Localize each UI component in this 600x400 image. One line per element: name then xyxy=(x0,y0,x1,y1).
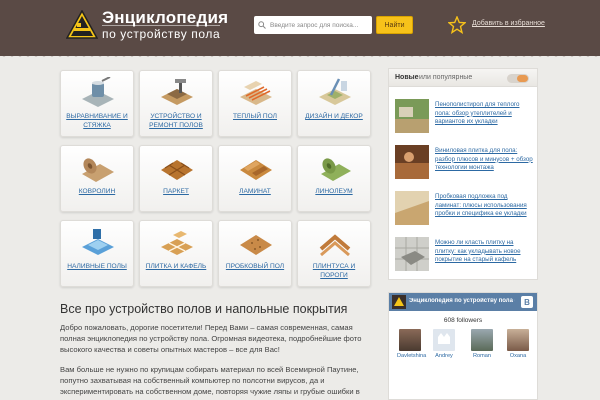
category-tile-skirting[interactable]: ПЛИНТУСА И ПОРОГИ xyxy=(297,220,371,287)
vk-group-widget: Энциклопедия по устройству пола - Ро... … xyxy=(388,292,538,400)
cork-floor-icon xyxy=(240,235,272,255)
news-item[interactable]: Можно ли класть плитку на плитку: как ук… xyxy=(395,237,535,277)
vk-member[interactable]: Oxana xyxy=(505,329,531,359)
avatar[interactable] xyxy=(471,329,493,351)
news-thumbnail xyxy=(395,237,429,271)
vk-member[interactable]: Davletshina xyxy=(397,329,426,359)
skirting-board-icon xyxy=(319,234,351,257)
news-item[interactable]: Пенополистирол для теплого пола: обзор у… xyxy=(395,99,535,139)
vk-join-button[interactable]: B xyxy=(521,296,533,308)
vk-followers-count: 608 followers xyxy=(443,317,483,324)
linoleum-roll-icon xyxy=(321,158,351,181)
member-name[interactable]: Davletshina xyxy=(397,353,426,359)
intro-paragraph: Добро пожаловать, дорогие посетители! Пе… xyxy=(60,323,362,354)
page-title: Все про устройство полов и напольные пок… xyxy=(60,302,348,316)
floor-installation-icon xyxy=(161,79,193,105)
category-tile-cork[interactable]: ПРОБКОВЫЙ ПОЛ xyxy=(218,220,292,287)
member-name[interactable]: Roman xyxy=(469,353,495,359)
category-tile-warm-floor[interactable]: ТЕПЛЫЙ ПОЛ xyxy=(218,70,292,137)
news-item[interactable]: Виниловая плитка для пола: разбор плюсов… xyxy=(395,145,535,185)
header-scallop-edge xyxy=(0,52,600,60)
news-thumbnail xyxy=(395,99,429,133)
news-panel-header: Новые или популярные xyxy=(389,69,537,87)
tile-label: ПРОБКОВЫЙ ПОЛ xyxy=(225,263,285,270)
warm-floor-icon xyxy=(240,81,272,105)
laminate-icon xyxy=(240,160,272,180)
design-decor-icon xyxy=(319,78,351,105)
news-title[interactable]: Виниловая плитка для пола: разбор плюсов… xyxy=(435,147,535,173)
category-tile-carpet[interactable]: КОВРОЛИН xyxy=(60,145,134,212)
tile-label: КОВРОЛИН xyxy=(78,188,116,195)
news-title[interactable]: Пробковая подложка под ламинат: плюсы ис… xyxy=(435,193,535,219)
carpet-roll-icon xyxy=(82,158,114,182)
star-icon[interactable] xyxy=(448,16,466,34)
category-tile-installation[interactable]: УСТРОЙСТВО И РЕМОНТ ПОЛОВ xyxy=(139,70,213,137)
avatar[interactable] xyxy=(399,329,421,351)
news-title[interactable]: Можно ли класть плитку на плитку: как ук… xyxy=(435,239,535,265)
tab-new[interactable]: Новые xyxy=(395,74,419,81)
tile-label: ЛАМИНАТ xyxy=(239,188,271,195)
category-tile-laminate[interactable]: ЛАМИНАТ xyxy=(218,145,292,212)
logo-subtitle[interactable]: по устройству пола xyxy=(102,25,221,41)
new-popular-toggle[interactable] xyxy=(507,74,529,83)
leveling-bucket-icon xyxy=(82,77,114,107)
search-input[interactable] xyxy=(270,21,368,29)
tile-label: ДИЗАЙН И ДЕКОР xyxy=(305,113,363,120)
tile-label: ВЫРАВНИВАНИЕ И СТЯЖКА xyxy=(66,113,128,129)
warning-sign-logo-icon[interactable] xyxy=(66,10,98,40)
group-logo-icon[interactable] xyxy=(392,295,406,309)
site-header: Энциклопедия по устройству пола Найти До… xyxy=(0,0,600,56)
member-name[interactable]: Oxana xyxy=(505,353,531,359)
tile-label: ПЛИНТУСА И ПОРОГИ xyxy=(312,263,356,279)
vk-member[interactable]: Andrey xyxy=(431,329,457,359)
intro-paragraph-2: Вам больше не нужно по крупицам собирать… xyxy=(60,365,360,396)
tile-label: ЛИНОЛЕУМ xyxy=(315,188,353,195)
category-tile-design[interactable]: ДИЗАЙН И ДЕКОР xyxy=(297,70,371,137)
tab-popular[interactable]: или популярные xyxy=(419,74,472,81)
vk-group-name[interactable]: Энциклопедия по устройству пола - Ро... xyxy=(409,298,515,304)
default-avatar-icon xyxy=(438,333,450,344)
tile-label: ПАРКЕТ xyxy=(163,188,189,195)
news-thumbnail xyxy=(395,191,429,225)
category-tile-self-leveling[interactable]: НАЛИВНЫЕ ПОЛЫ xyxy=(60,220,134,287)
news-panel: Новые или популярные Пенополистирол для … xyxy=(388,68,538,280)
tile-label: ПЛИТКА И КАФЕЛЬ xyxy=(145,263,207,270)
avatar[interactable] xyxy=(433,329,455,351)
add-to-favorites-link[interactable]: Добавить в избранное xyxy=(472,20,545,27)
avatar[interactable] xyxy=(507,329,529,351)
member-name[interactable]: Andrey xyxy=(431,353,457,359)
category-tile-parquet[interactable]: ПАРКЕТ xyxy=(139,145,213,212)
self-leveling-floor-icon xyxy=(82,229,114,255)
parquet-icon xyxy=(161,160,193,180)
news-title[interactable]: Пенополистирол для теплого пола: обзор у… xyxy=(435,101,535,127)
ceramic-tiles-icon xyxy=(161,231,193,255)
category-tile-leveling[interactable]: ВЫРАВНИВАНИЕ И СТЯЖКА xyxy=(60,70,134,137)
vk-widget-header: Энциклопедия по устройству пола - Ро... … xyxy=(389,293,537,311)
vk-member[interactable]: Roman xyxy=(469,329,495,359)
category-tile-tiles[interactable]: ПЛИТКА И КАФЕЛЬ xyxy=(139,220,213,287)
tile-label: НАЛИВНЫЕ ПОЛЫ xyxy=(67,263,127,270)
tile-label: УСТРОЙСТВО И РЕМОНТ ПОЛОВ xyxy=(149,113,203,129)
search-box xyxy=(254,16,372,34)
search-icon xyxy=(254,16,270,34)
news-thumbnail xyxy=(395,145,429,179)
tile-label: ТЕПЛЫЙ ПОЛ xyxy=(232,113,278,120)
category-tile-linoleum[interactable]: ЛИНОЛЕУМ xyxy=(297,145,371,212)
news-item[interactable]: Пробковая подложка под ламинат: плюсы ис… xyxy=(395,191,535,231)
search-button[interactable]: Найти xyxy=(376,16,413,34)
